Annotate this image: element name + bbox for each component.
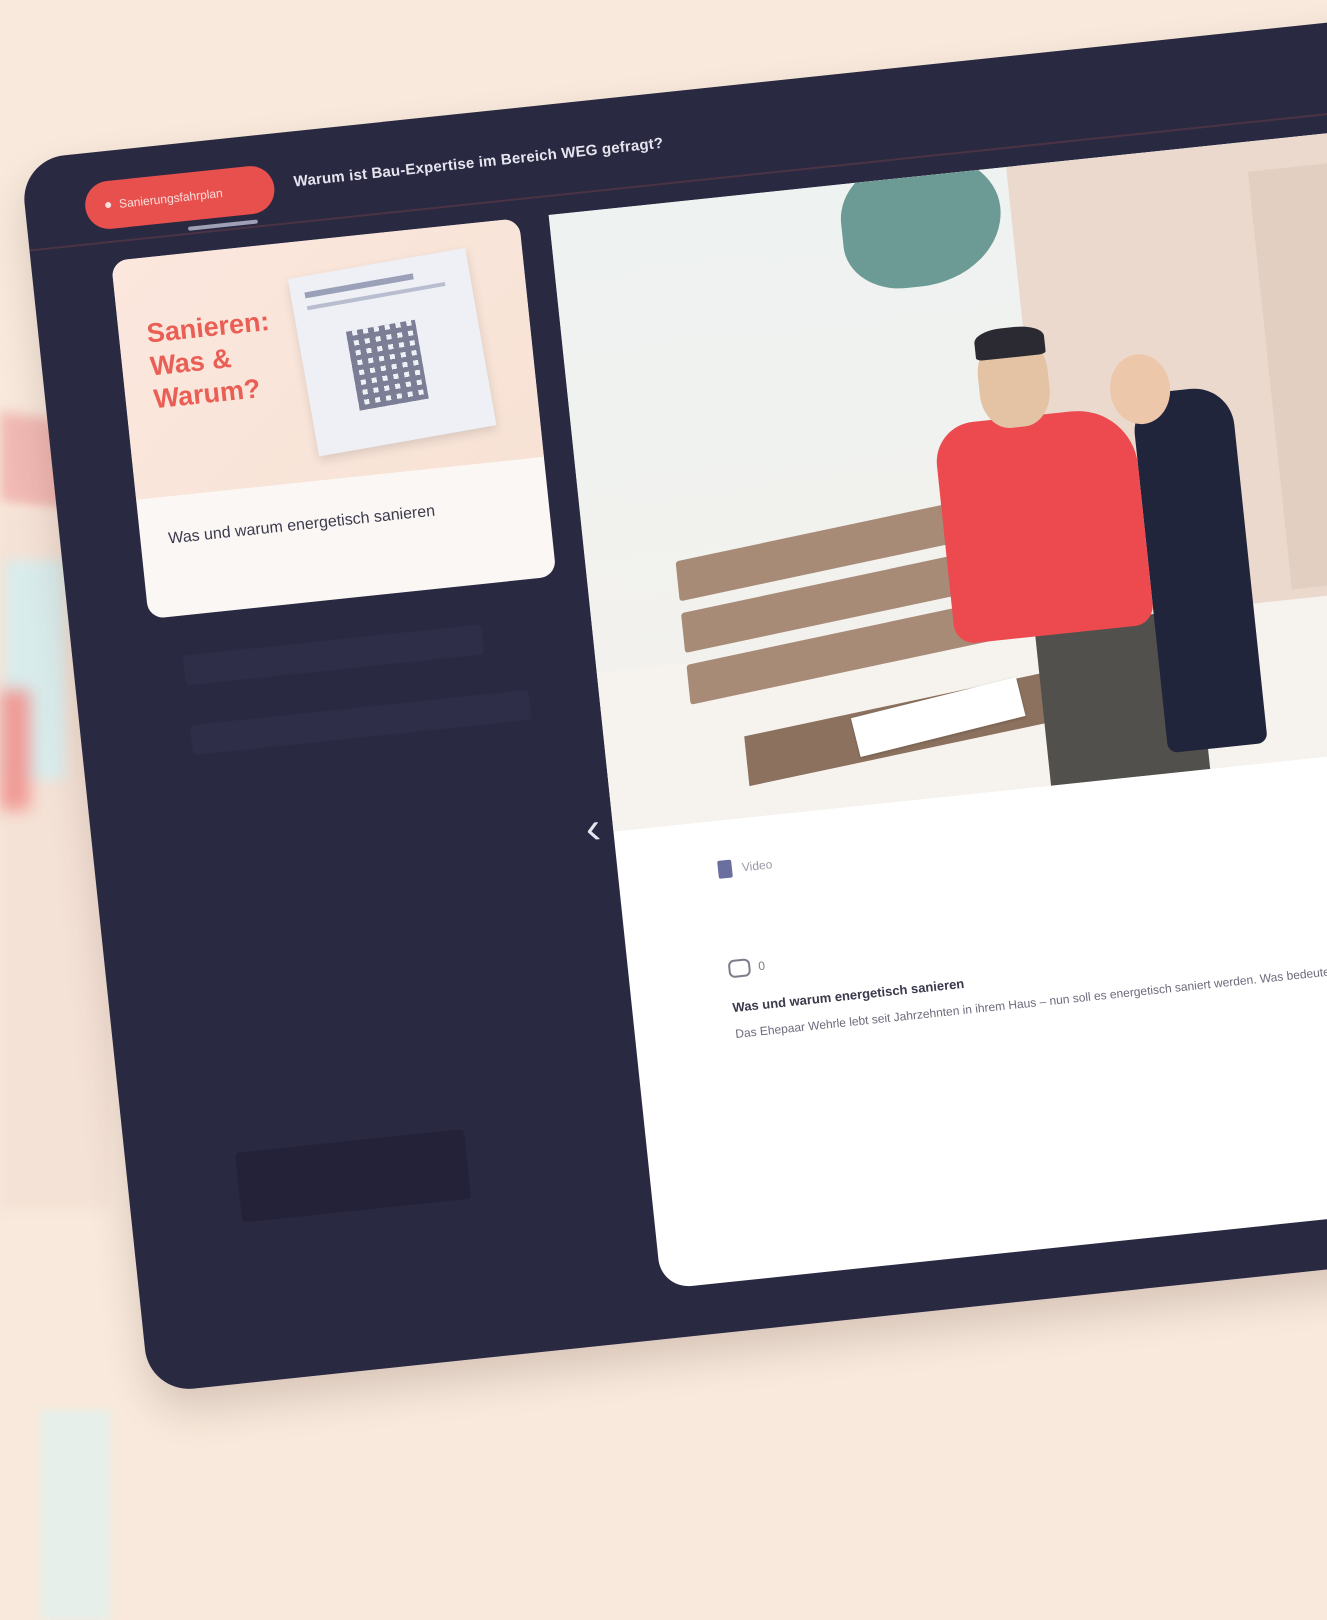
content-meta: Video: [717, 855, 773, 879]
sidebar-row[interactable]: [234, 1128, 472, 1223]
card-thumbnail-title: Sanieren: Was & Warum?: [145, 305, 271, 415]
document-illustration: [287, 247, 497, 457]
comment-row[interactable]: 0: [727, 957, 766, 979]
document-icon: [717, 859, 733, 879]
video-thumbnail[interactable]: [548, 125, 1327, 832]
main-content: Video 0 Was und warum energetisch sanier…: [548, 125, 1327, 1290]
comment-count: 0: [757, 958, 766, 974]
background-door: [40, 1410, 110, 1620]
sidebar-card[interactable]: Sanieren: Was & Warum? Was und warum ene…: [111, 218, 557, 620]
comment-icon: [727, 958, 752, 979]
sidebar-row[interactable]: [182, 624, 485, 686]
background-accent: [0, 690, 30, 810]
card-thumbnail: Sanieren: Was & Warum?: [111, 218, 544, 500]
card-caption: Was und warum energetisch sanieren: [167, 502, 436, 548]
page-title: Warum ist Bau-Expertise im Bereich WEG g…: [292, 134, 665, 191]
pill-label: Sanierungsfahrplan: [118, 186, 224, 211]
sidebar-row[interactable]: [190, 689, 532, 756]
back-chevron-icon[interactable]: ‹: [571, 802, 616, 856]
meta-label: Video: [741, 857, 773, 875]
pill-underline: [187, 219, 258, 231]
tablet-device: Sanierungsfahrplan Warum ist Bau-Experti…: [20, 15, 1327, 1394]
pill-dot-icon: [104, 201, 112, 209]
